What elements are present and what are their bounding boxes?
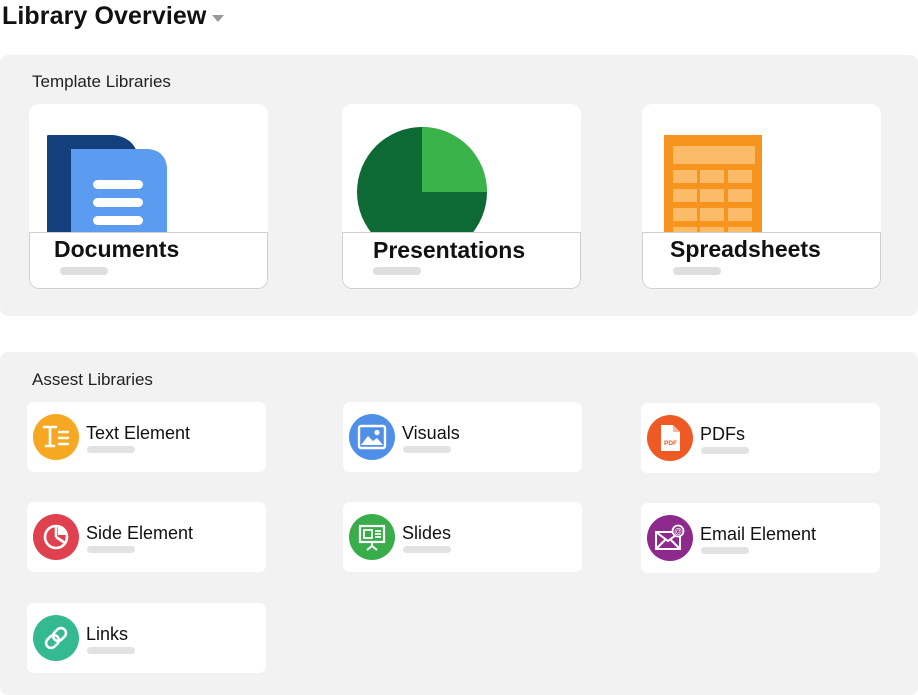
presentation-board-icon	[349, 514, 395, 560]
template-card-label: Documents	[29, 232, 268, 289]
template-card-label: Spreadsheets	[642, 232, 881, 289]
pdf-icon-label: PDF	[664, 440, 677, 447]
template-card-spreadsheets[interactable]: Spreadsheets	[642, 104, 881, 289]
svg-text:@: @	[674, 527, 682, 536]
placeholder-bar	[87, 647, 135, 654]
template-card-presentations[interactable]: Presentations	[342, 104, 581, 289]
caret-down-icon[interactable]	[212, 14, 225, 22]
asset-libraries-panel: Assest Libraries Text Element Visuals PD…	[0, 352, 918, 695]
placeholder-bar	[403, 446, 451, 453]
template-card-name: Documents	[54, 236, 180, 262]
pie-chart-icon	[342, 104, 581, 234]
link-icon	[33, 615, 79, 661]
placeholder-bar	[701, 447, 749, 454]
asset-card-name: PDFs	[700, 424, 745, 444]
pie-chart-icon	[33, 514, 79, 560]
asset-card-name: Slides	[402, 523, 452, 543]
asset-libraries-heading: Assest Libraries	[32, 370, 153, 389]
placeholder-bar	[87, 546, 135, 553]
pdf-file-icon: PDF	[647, 415, 693, 461]
template-card-label: Presentations	[342, 232, 581, 289]
text-format-icon	[33, 414, 79, 460]
asset-card-name: Links	[86, 624, 129, 644]
template-card-name: Presentations	[373, 237, 526, 263]
asset-card-links[interactable]: Links	[27, 603, 266, 673]
template-card-name: Spreadsheets	[670, 236, 821, 262]
placeholder-bar	[403, 546, 451, 553]
asset-card-side-element[interactable]: Side Element	[27, 502, 266, 572]
asset-card-name: Text Element	[86, 423, 191, 443]
asset-card-name: Email Element	[700, 524, 817, 544]
template-libraries-panel: Template Libraries Documents Presentatio…	[0, 55, 918, 316]
placeholder-bar	[373, 267, 421, 275]
spreadsheet-icon	[642, 104, 881, 234]
template-libraries-heading: Template Libraries	[32, 72, 171, 91]
page-title: Library Overview	[2, 1, 207, 30]
placeholder-bar	[60, 267, 108, 275]
asset-card-name: Visuals	[402, 423, 460, 443]
envelope-icon: @	[647, 515, 693, 561]
asset-card-text-element[interactable]: Text Element	[27, 402, 266, 472]
asset-card-pdfs[interactable]: PDF PDFs	[641, 403, 880, 473]
asset-card-name: Side Element	[86, 523, 194, 543]
image-icon	[349, 414, 395, 460]
document-icon	[29, 104, 268, 234]
placeholder-bar	[87, 446, 135, 453]
template-card-documents[interactable]: Documents	[29, 104, 268, 289]
asset-card-email-element[interactable]: @ Email Element	[641, 503, 880, 573]
page-title-dropdown[interactable]: Library Overview	[2, 0, 225, 32]
placeholder-bar	[673, 267, 721, 275]
asset-card-visuals[interactable]: Visuals	[343, 402, 582, 472]
asset-card-slides[interactable]: Slides	[343, 502, 582, 572]
placeholder-bar	[701, 547, 749, 554]
